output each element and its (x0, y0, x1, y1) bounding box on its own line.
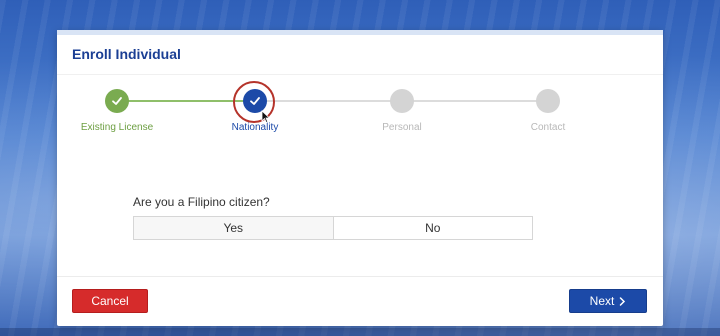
page-bottom-band (0, 328, 720, 336)
next-button-label: Next (589, 294, 615, 308)
chevron-right-icon (620, 296, 626, 306)
footer-divider (57, 276, 663, 277)
step-label-nationality: Nationality (231, 122, 279, 133)
cancel-button[interactable]: Cancel (72, 289, 148, 313)
check-icon (112, 97, 122, 105)
title-divider (57, 74, 663, 75)
step-existing-license[interactable] (105, 89, 129, 113)
next-button[interactable]: Next (569, 289, 647, 313)
step-label-contact: Contact (530, 122, 566, 133)
cancel-button-label: Cancel (91, 294, 129, 308)
citizenship-toggle: Yes No (133, 216, 533, 240)
enroll-dialog: Enroll Individual Existing License Natio… (57, 30, 663, 326)
citizenship-question: Are you a Filipino citizen? (133, 195, 270, 209)
dialog-top-strip (57, 30, 663, 35)
step-label-personal: Personal (382, 122, 422, 133)
option-no-button[interactable]: No (332, 217, 532, 239)
dialog-title: Enroll Individual (72, 46, 181, 62)
step-contact[interactable] (536, 89, 560, 113)
mouse-cursor-icon (261, 110, 271, 124)
step-label-existing-license: Existing License (80, 122, 154, 133)
option-yes-button[interactable]: Yes (134, 217, 333, 239)
step-personal[interactable] (390, 89, 414, 113)
